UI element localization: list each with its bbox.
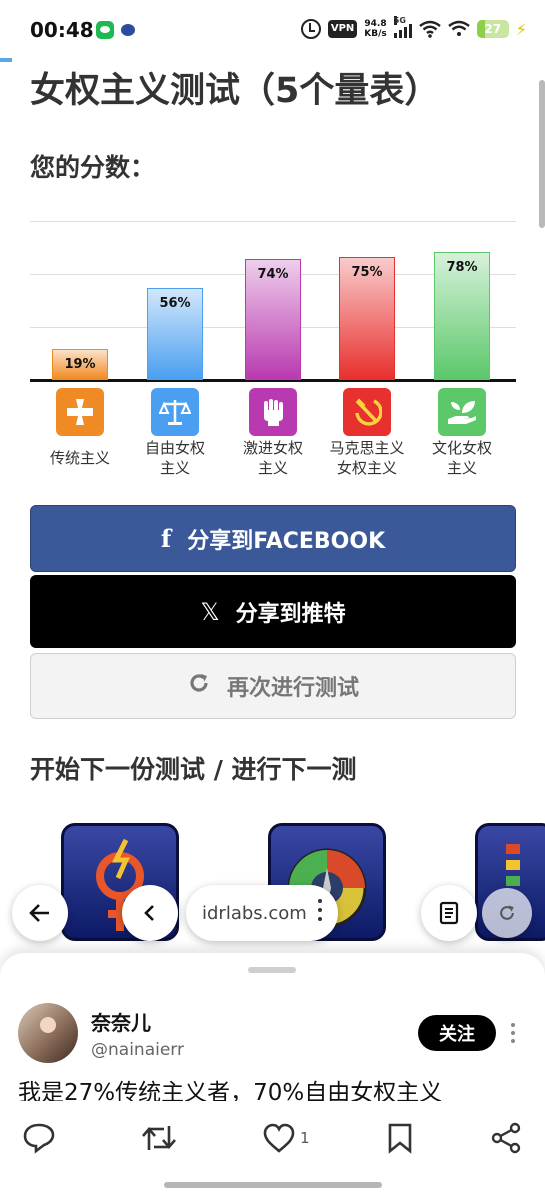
share-facebook-label: 分享到FACEBOOK [187, 528, 386, 554]
share-twitter-label: 分享到推特 [235, 601, 346, 627]
gridline [30, 221, 516, 222]
scrollbar[interactable] [539, 80, 545, 228]
tweet-bottom-sheet: 奈奈儿 @nainaierr 关注 我是27%传统主义者，70%自由女权主义 1 [0, 953, 545, 1199]
bar-value-label: 74% [257, 266, 289, 282]
bar-value-label: 75% [351, 265, 383, 280]
sheet-drag-handle[interactable] [248, 967, 296, 973]
reload-icon [500, 905, 514, 920]
bar-value-label: 19% [64, 356, 96, 372]
more-options-icon[interactable] [511, 1023, 517, 1047]
more-vertical-icon[interactable] [318, 899, 324, 926]
cell-signal-icon: 5G [393, 16, 412, 38]
refresh-icon [187, 671, 211, 701]
network-speed: 94.8 KB/s [364, 19, 386, 39]
tweet-author-handle[interactable]: @nainaierr [91, 1040, 184, 1060]
wechat-icon [96, 21, 114, 39]
like-count: 1 [300, 1129, 310, 1147]
reader-mode-button[interactable] [421, 885, 477, 941]
follow-button[interactable]: 关注 [418, 1015, 496, 1051]
tweet-text: 我是27%传统主义者，70%自由女权主义 [18, 1080, 443, 1101]
heart-icon [263, 1123, 295, 1153]
category-label: 文化女权 主义 [417, 438, 507, 478]
bookmark-icon [388, 1123, 412, 1154]
arrow-left-icon [29, 904, 49, 922]
share-button[interactable] [490, 1118, 522, 1158]
status-bar: 00:48 VPN 94.8 KB/s 5G 27 ⚡ [0, 0, 545, 60]
url-bar[interactable]: idrlabs.com [186, 885, 338, 941]
fist-icon [249, 388, 297, 436]
share-icon [491, 1122, 521, 1154]
x-logo-icon: 𝕏 [200, 597, 220, 626]
category-label-line: 主义 [159, 459, 190, 477]
retake-test-label: 再次进行测试 [226, 676, 359, 701]
category-label-line: 自由女权 [144, 439, 205, 457]
like-button[interactable]: 1 [262, 1118, 310, 1158]
share-facebook-button[interactable]: f 分享到FACEBOOK [30, 505, 516, 572]
reply-button[interactable] [22, 1118, 56, 1158]
cross-icon [56, 388, 104, 436]
speed-value: 94.8 [364, 19, 387, 29]
back-button[interactable] [12, 885, 68, 941]
bar-value-label: 56% [159, 296, 191, 312]
alarm-icon [300, 19, 321, 39]
retweet-button[interactable] [140, 1118, 178, 1158]
bar-value-label: 78% [446, 260, 478, 276]
document-icon [439, 901, 459, 925]
category-label: 马克思主义 女权主义 [322, 438, 412, 478]
collapse-toolbar-button[interactable] [122, 885, 178, 941]
speed-unit: KB/s [364, 29, 387, 39]
bookmark-button[interactable] [385, 1118, 415, 1158]
wifi-icon [418, 20, 441, 38]
retake-test-button[interactable]: 再次进行测试 [30, 653, 516, 719]
hand-leaf-icon [438, 388, 486, 436]
category-label-line: 主义 [446, 459, 477, 477]
category-label: 激进女权 主义 [228, 438, 318, 478]
facebook-icon: f [160, 524, 172, 553]
reload-button[interactable] [482, 888, 532, 938]
thumbnail-block [506, 844, 520, 854]
avatar[interactable] [18, 1003, 78, 1063]
category-label-line: 主义 [257, 459, 288, 477]
page-title: 女权主义测试（5个量表） [30, 71, 440, 111]
charging-icon: ⚡ [515, 19, 527, 39]
share-twitter-button[interactable]: 𝕏 分享到推特 [30, 575, 516, 648]
retweet-icon [142, 1126, 176, 1150]
category-label-line: 激进女权 [242, 439, 303, 457]
screen: 00:48 VPN 94.8 KB/s 5G 27 ⚡ 女权主义测试（5个量表）… [0, 0, 545, 1199]
category-label-line: 马克思主义 [329, 439, 405, 457]
category-label: 传统主义 [35, 448, 125, 468]
battery-percent: 27 [484, 22, 502, 36]
next-test-heading: 开始下一份测试 / 进行下一测 [30, 755, 357, 784]
status-time: 00:48 [30, 18, 94, 42]
thumbnail-block [506, 860, 520, 870]
url-text: idrlabs.com [202, 902, 307, 924]
scales-icon [151, 388, 199, 436]
chevron-left-icon [144, 905, 154, 921]
battery-icon: 27 [476, 20, 509, 38]
page-accent [0, 58, 12, 62]
hammer-sickle-icon [343, 388, 391, 436]
network-type: 5G [393, 16, 406, 25]
tweet-actions: 1 [0, 1118, 545, 1158]
category-label-line: 文化女权 [431, 439, 492, 457]
tweet-author-name[interactable]: 奈奈儿 [91, 1007, 151, 1036]
home-indicator[interactable] [164, 1182, 382, 1188]
results-chart: 19% 传统主义 56% 自由女权主义 74% 激进女权主义 75% 马克思主义女权主义 78%… [30, 200, 516, 490]
score-heading: 您的分数： [30, 153, 156, 182]
category-label-line: 女权主义 [336, 459, 397, 477]
wifi-secondary-icon [447, 20, 470, 36]
reply-icon [23, 1123, 55, 1154]
thumbnail-block [506, 876, 520, 886]
category-label-line: 传统主义 [49, 449, 110, 467]
vpn-badge: VPN [327, 20, 358, 38]
app-notification-icon [121, 24, 135, 36]
category-label: 自由女权 主义 [130, 438, 220, 478]
